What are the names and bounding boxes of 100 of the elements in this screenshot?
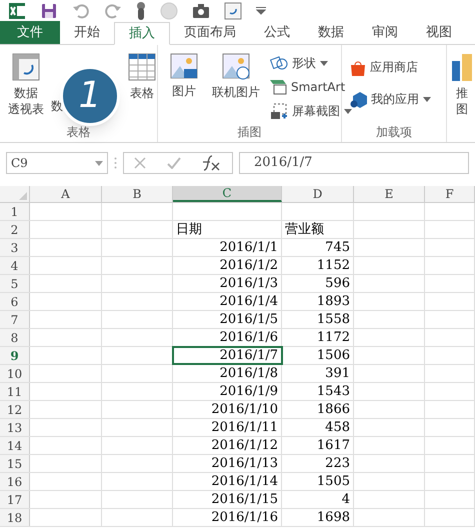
check-icon — [166, 157, 181, 169]
table-cell: 1866 — [282, 401, 354, 418]
table-cell: 458 — [282, 419, 354, 436]
ribbon-button[interactable]: 数据 透视表 — [4, 53, 48, 123]
caret-icon — [320, 60, 328, 66]
ribbon-tab[interactable]: 公式 — [250, 21, 304, 44]
ribbon-button[interactable]: 推 图 — [451, 53, 473, 123]
cube-icon — [350, 90, 367, 108]
table-cell: 4 — [282, 491, 354, 508]
table-cell: 2016/1/3 — [173, 275, 282, 292]
ribbon-button[interactable]: 屏幕截图 — [270, 101, 352, 121]
online-picture-icon — [222, 53, 250, 80]
column-header[interactable]: F — [425, 186, 475, 202]
formula-field[interactable]: 2016/1/7 — [239, 152, 469, 174]
column-header[interactable]: E — [354, 186, 425, 202]
ribbon-tab[interactable]: 视图 — [412, 21, 466, 44]
row-header[interactable]: 3 — [0, 239, 30, 256]
ribbon-button[interactable]: 图片 — [162, 53, 206, 123]
circle-icon — [160, 2, 178, 20]
row-header[interactable]: 2 — [0, 221, 30, 238]
table-cell: 2016/1/2 — [173, 257, 282, 274]
row-header[interactable]: 18 — [0, 509, 30, 526]
table-icon — [128, 53, 156, 81]
ribbon-button[interactable]: SmartArt — [270, 77, 352, 97]
table-cell: 2016/1/6 — [173, 329, 282, 346]
table-cell: 391 — [282, 365, 354, 382]
row-header[interactable]: 10 — [0, 365, 30, 382]
caret-icon — [423, 96, 431, 102]
table-cell: 1506 — [282, 347, 354, 364]
pivot-table-icon — [12, 53, 40, 81]
customize-caret-icon — [256, 7, 266, 15]
ribbon-button[interactable]: 形状 — [270, 53, 352, 73]
caret-icon — [95, 160, 103, 166]
table-cell: 2016/1/11 — [173, 419, 282, 436]
ribbon-tab[interactable]: 插入 — [114, 22, 170, 45]
column-header[interactable]: C — [173, 186, 282, 202]
table-cell: 2016/1/15 — [173, 491, 282, 508]
table-cell: 日期 — [173, 221, 282, 238]
form-icon — [224, 2, 242, 20]
caret-icon — [344, 108, 352, 114]
table-cell: 1893 — [282, 293, 354, 310]
group-label: 表格 — [66, 124, 90, 141]
row-header[interactable]: 16 — [0, 473, 30, 490]
column-header[interactable]: D — [282, 186, 354, 202]
ribbon-tab[interactable]: 审阅 — [358, 21, 412, 44]
table-cell: 营业额 — [282, 221, 354, 238]
ribbon-tab[interactable]: 数据 — [304, 21, 358, 44]
row-header[interactable]: 4 — [0, 257, 30, 274]
group-label: 加载项 — [376, 124, 412, 141]
row-header[interactable]: 13 — [0, 419, 30, 436]
table-cell: 2016/1/13 — [173, 455, 282, 472]
name-box[interactable]: C9 — [6, 152, 108, 174]
column-header[interactable]: A — [30, 186, 102, 202]
table-cell: 1152 — [282, 257, 354, 274]
table-cell: 1558 — [282, 311, 354, 328]
row-header[interactable]: 11 — [0, 383, 30, 400]
row-header[interactable]: 1 — [0, 203, 30, 220]
ribbon-button[interactable]: 联机图片 — [208, 53, 264, 123]
table-cell: 2016/1/14 — [173, 473, 282, 490]
undo-icon — [72, 2, 90, 20]
table-cell: 2016/1/8 — [173, 365, 282, 382]
row-header[interactable]: 9 — [0, 347, 30, 364]
table-cell: 2016/1/12 — [173, 437, 282, 454]
excel-logo-icon — [8, 2, 26, 20]
group-label: 插图 — [238, 124, 262, 141]
shapes-icon — [270, 55, 288, 71]
table-cell: 2016/1/9 — [173, 383, 282, 400]
row-header[interactable]: 17 — [0, 491, 30, 508]
table-cell: 1172 — [282, 329, 354, 346]
grip-icon — [114, 157, 117, 169]
ribbon-tab[interactable]: 页面布局 — [170, 21, 250, 44]
ribbon-button[interactable]: 表格 — [122, 53, 162, 123]
picture-icon — [170, 53, 198, 79]
row-header[interactable]: 8 — [0, 329, 30, 346]
table-cell: 2016/1/16 — [173, 509, 282, 526]
chart-icon — [452, 53, 472, 81]
function-icon — [202, 155, 222, 171]
table-cell: 745 — [282, 239, 354, 256]
row-header[interactable]: 5 — [0, 275, 30, 292]
select-all-icon — [19, 192, 27, 200]
ribbon-tab[interactable]: 开始 — [60, 21, 114, 44]
table-cell: 2016/1/5 — [173, 311, 282, 328]
table-cell: 2016/1/7 — [173, 347, 282, 364]
cancel-icon — [134, 157, 146, 169]
ribbon-button[interactable]: 应用商店 — [350, 57, 431, 77]
row-header[interactable]: 6 — [0, 293, 30, 310]
table-cell: 596 — [282, 275, 354, 292]
screenshot-icon — [270, 102, 288, 120]
row-header[interactable]: 12 — [0, 401, 30, 418]
row-header[interactable]: 14 — [0, 437, 30, 454]
camera-icon — [192, 3, 210, 19]
table-cell: 223 — [282, 455, 354, 472]
ribbon-button[interactable]: 我的应用 — [350, 89, 431, 109]
row-header[interactable]: 7 — [0, 311, 30, 328]
ribbon-tab[interactable]: 文件 — [0, 21, 60, 44]
table-cell: 2016/1/4 — [173, 293, 282, 310]
touch-icon — [136, 2, 146, 20]
table-cell: 2016/1/10 — [173, 401, 282, 418]
row-header[interactable]: 15 — [0, 455, 30, 472]
table-cell: 1505 — [282, 473, 354, 490]
